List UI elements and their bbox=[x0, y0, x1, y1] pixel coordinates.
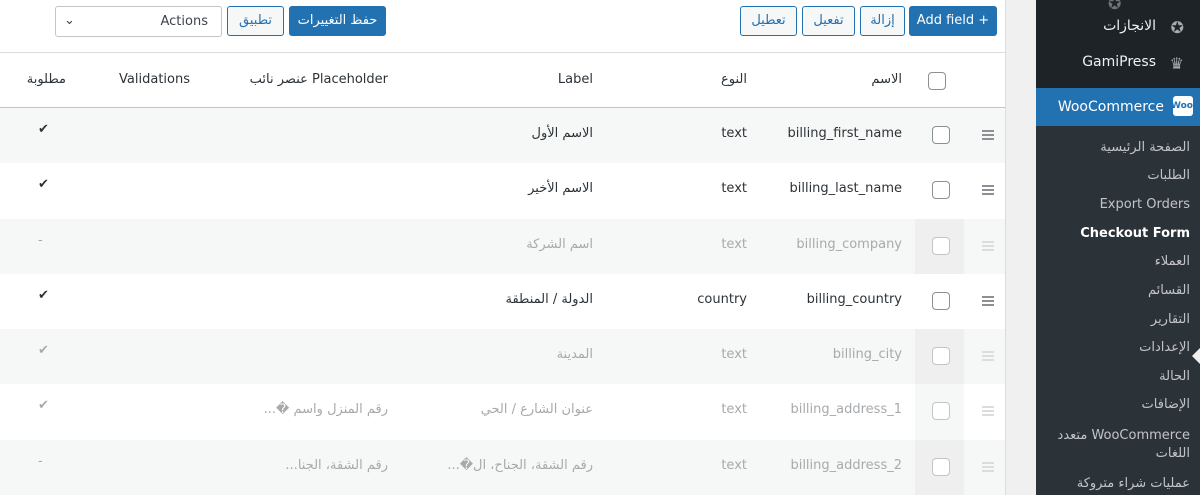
cell-name: billing_address_2 bbox=[790, 457, 902, 473]
cell-type: text bbox=[721, 347, 747, 363]
cell-required: - bbox=[38, 453, 43, 469]
sidebar-item-label: WooCommerce bbox=[1057, 99, 1164, 115]
row-checkbox[interactable] bbox=[932, 347, 950, 366]
award-icon: ✪ bbox=[1108, 0, 1122, 13]
cell-required: ✔ bbox=[38, 343, 49, 359]
table-row[interactable]: billing_city text المدينة ✔ bbox=[0, 329, 1005, 385]
drag-handle-icon[interactable] bbox=[982, 461, 994, 474]
submenu-item[interactable]: القسائم bbox=[1148, 283, 1190, 298]
disable-button[interactable]: تعطيل bbox=[740, 6, 797, 36]
cell-type: text bbox=[721, 236, 747, 252]
save-changes-button[interactable]: حفظ التغييرات bbox=[289, 6, 386, 36]
column-header-placeholder[interactable]: عنصر نائب Placeholder bbox=[250, 72, 388, 87]
table-row[interactable]: billing_address_1 text عنوان الشارع / الحي… bbox=[0, 384, 1005, 440]
table-row[interactable]: billing_country country الدولة / المنطقة ✔ bbox=[0, 274, 1005, 329]
cell-placeholder: رقم المنزل واسم �... bbox=[263, 402, 388, 418]
cell-type: text bbox=[721, 181, 747, 197]
award-icon: ✪ bbox=[1170, 18, 1184, 37]
drag-handle-icon[interactable] bbox=[982, 406, 994, 418]
row-checkbox[interactable] bbox=[932, 457, 950, 476]
table-row[interactable]: billing_first_name text الاسم الأول ✔ bbox=[0, 108, 1005, 164]
admin-sidebar: ✪ الانجازات ✪ GamiPress ♛ Woo WooCommerc… bbox=[1036, 0, 1200, 495]
sidebar-item-woocommerce[interactable]: Woo WooCommerce bbox=[1036, 88, 1200, 126]
sidebar-item-label: الانجازات bbox=[1103, 18, 1156, 34]
submenu-item[interactable]: العملاء bbox=[1155, 254, 1190, 269]
remove-button[interactable]: إزالة bbox=[860, 6, 905, 36]
submenu-item[interactable]: التقارير bbox=[1151, 312, 1190, 327]
table-row[interactable]: billing_last_name text الاسم الأخير ✔ bbox=[0, 163, 1005, 218]
submenu-item[interactable]: الصفحة الرئيسية bbox=[1100, 140, 1190, 155]
row-checkbox[interactable] bbox=[932, 236, 950, 255]
sidebar-item-gamipress[interactable]: GamiPress ♛ bbox=[1082, 54, 1184, 73]
cell-name: billing_city bbox=[832, 347, 902, 363]
submenu-item[interactable]: الإضافات bbox=[1142, 397, 1190, 412]
cell-name: billing_first_name bbox=[787, 126, 902, 141]
drag-handle-icon[interactable] bbox=[982, 185, 994, 197]
add-field-button[interactable]: Add field + bbox=[909, 6, 997, 36]
cell-label: عنوان الشارع / الحي bbox=[480, 402, 593, 418]
cell-name: billing_last_name bbox=[789, 181, 902, 197]
submenu-item[interactable]: الحالة bbox=[1159, 369, 1190, 384]
cell-required: - bbox=[38, 232, 43, 248]
sidebar-item-achievements[interactable]: الانجازات ✪ bbox=[1103, 18, 1184, 37]
column-header-name[interactable]: الاسم bbox=[871, 72, 902, 87]
column-header-type[interactable]: النوع bbox=[721, 72, 747, 87]
drag-handle-icon[interactable] bbox=[982, 351, 994, 363]
cell-label: الدولة / المنطقة bbox=[505, 291, 593, 307]
cell-type: country bbox=[697, 291, 747, 307]
table-row[interactable]: billing_company text اسم الشركة - bbox=[0, 218, 1005, 274]
cell-label: المدينة bbox=[556, 347, 593, 363]
woocommerce-icon: Woo bbox=[1171, 96, 1193, 116]
drag-handle-icon[interactable] bbox=[982, 295, 994, 308]
woocommerce-submenu: الصفحة الرئيسية الطلبات Export Orders Check… bbox=[1036, 126, 1200, 495]
cell-label: رقم الشقة، الجناح، ال�... bbox=[447, 457, 593, 473]
enable-button[interactable]: تفعيل bbox=[802, 6, 855, 36]
cell-type: text bbox=[721, 126, 747, 141]
submenu-item[interactable]: عمليات شراء متروكة bbox=[1077, 476, 1190, 491]
column-header-required[interactable]: مطلوبة bbox=[27, 72, 66, 87]
column-header-validations[interactable]: Validations bbox=[119, 72, 190, 87]
chevron-down-icon: ⌄ bbox=[64, 13, 75, 28]
row-checkbox[interactable] bbox=[932, 291, 950, 310]
crown-icon: ♛ bbox=[1169, 54, 1184, 73]
actions-select[interactable]: ⌄ Actions bbox=[55, 6, 222, 37]
cell-name: billing_company bbox=[796, 236, 902, 252]
cell-type: text bbox=[721, 402, 747, 418]
column-header-label[interactable]: Label bbox=[558, 72, 593, 87]
submenu-item[interactable]: الإعدادات bbox=[1139, 340, 1190, 355]
row-checkbox[interactable] bbox=[932, 402, 950, 421]
submenu-item[interactable]: Checkout Form bbox=[1080, 226, 1190, 241]
submenu-item[interactable]: اللغات bbox=[1156, 446, 1190, 461]
cell-label: الاسم الأول bbox=[531, 126, 593, 141]
cell-required: ✔ bbox=[38, 122, 49, 137]
cell-type: text bbox=[721, 457, 747, 473]
row-checkbox[interactable] bbox=[932, 181, 950, 200]
cell-label: اسم الشركة bbox=[526, 236, 593, 252]
row-checkbox[interactable] bbox=[932, 126, 950, 144]
cell-required: ✔ bbox=[38, 287, 49, 303]
table-row[interactable]: billing_address_2 text رقم الشقة، الجناح، … bbox=[0, 439, 1005, 495]
table-header: الاسم النوع Label عنصر نائب Placeholder … bbox=[0, 54, 1005, 108]
submenu-item[interactable]: WooCommerce متعدد bbox=[1058, 428, 1190, 443]
submenu-item[interactable]: الطلبات bbox=[1147, 168, 1190, 183]
apply-button[interactable]: تطبيق bbox=[227, 6, 284, 36]
main-panel: Add field + إزالة تفعيل تعطيل حفظ التغيي… bbox=[0, 0, 1006, 495]
cell-required: ✔ bbox=[38, 398, 49, 414]
sidebar-item-label: GamiPress bbox=[1082, 54, 1156, 70]
toolbar: Add field + إزالة تفعيل تعطيل حفظ التغيي… bbox=[0, 0, 1005, 53]
current-item-marker bbox=[1192, 348, 1200, 364]
cell-name: billing_address_1 bbox=[790, 402, 902, 418]
actions-select-value: Actions bbox=[160, 14, 209, 29]
fields-table-body: billing_first_name text الاسم الأول ✔ billin… bbox=[0, 108, 1005, 495]
cell-label: الاسم الأخير bbox=[528, 181, 593, 197]
submenu-item[interactable]: Export Orders bbox=[1100, 197, 1190, 212]
drag-handle-icon[interactable] bbox=[982, 130, 994, 142]
cell-required: ✔ bbox=[38, 177, 49, 193]
cell-name: billing_country bbox=[806, 291, 902, 307]
select-all-checkbox[interactable] bbox=[928, 72, 946, 90]
cell-placeholder: رقم الشقة، الجنا... bbox=[285, 457, 388, 473]
drag-handle-icon[interactable] bbox=[982, 240, 994, 253]
